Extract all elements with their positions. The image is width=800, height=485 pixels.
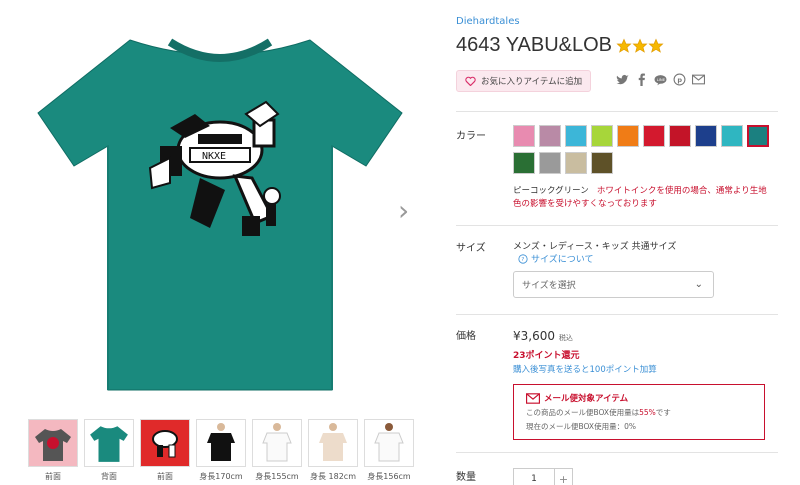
brand-link[interactable]: Diehardtales: [456, 16, 520, 27]
thumbnail-5[interactable]: 身長 182cm: [308, 419, 358, 482]
thumbnail-image: [140, 419, 190, 467]
share-icons: LINE p: [616, 73, 705, 86]
thumbnail-strip: 前面 背面 前面 身長170cm 身長155cm 身長 182cm 身長156c…: [28, 419, 414, 482]
divider: [456, 225, 778, 226]
color-swatch[interactable]: [565, 125, 587, 147]
color-swatch[interactable]: [643, 125, 665, 147]
product-main-image: NKXE: [20, 18, 420, 403]
color-swatch[interactable]: [591, 125, 613, 147]
size-select-placeholder: サイズを選択: [522, 281, 576, 291]
tax-note: 税込: [558, 334, 573, 342]
thumbnail-image: [196, 419, 246, 467]
thumbnail-image: [84, 419, 134, 467]
svg-text:LINE: LINE: [657, 77, 666, 82]
next-image-arrow[interactable]: ›: [398, 196, 414, 226]
thumbnail-caption: 背面: [101, 472, 117, 481]
color-swatch[interactable]: [695, 125, 717, 147]
price-value: ¥3,600: [513, 329, 555, 343]
size-guide-label: サイズについて: [531, 255, 594, 265]
favorites-label: お気に入りアイテムに追加: [481, 77, 583, 87]
color-swatch[interactable]: [617, 125, 639, 147]
add-to-favorites-button[interactable]: お気に入りアイテムに追加: [456, 70, 592, 92]
mail-usage-suffix: です: [655, 408, 671, 417]
photo-points-link[interactable]: 購入後写真を送ると100ポイント加算: [513, 363, 657, 375]
quantity-plus-button[interactable]: +: [554, 469, 572, 485]
color-swatch[interactable]: [565, 152, 587, 174]
rating-stars: [616, 37, 664, 54]
svg-text:?: ?: [521, 257, 524, 263]
selected-color-name: ピーコックグリーン: [513, 186, 589, 196]
tshirt-image: NKXE: [37, 38, 403, 391]
thumbnail-6[interactable]: 身長156cm: [364, 419, 414, 482]
thumbnail-3[interactable]: 身長170cm: [196, 419, 246, 482]
mail-box-title-row: メール便対象アイテム: [526, 392, 752, 404]
mail-usage-prefix: この商品のメール便BOX使用量は: [526, 408, 640, 417]
quantity-label: 数量: [456, 472, 476, 483]
color-swatch[interactable]: [591, 152, 613, 174]
thumbnail-caption: 身長 182cm: [309, 472, 356, 481]
divider: [456, 314, 778, 315]
svg-text:NKXE: NKXE: [202, 151, 226, 162]
thumbnail-image: [308, 419, 358, 467]
mail-usage-pct: 55%: [639, 408, 656, 417]
color-label: カラー: [456, 131, 486, 142]
thumbnail-4[interactable]: 身長155cm: [252, 419, 302, 482]
star-icon: [648, 37, 664, 53]
divider: [456, 452, 778, 453]
heart-icon: [465, 76, 476, 86]
color-swatch[interactable]: [721, 125, 743, 147]
size-select[interactable]: サイズを選択 ⌄: [513, 271, 714, 298]
star-icon: [632, 37, 648, 53]
thumbnail-caption: 前面: [45, 472, 61, 481]
mail-icon[interactable]: [692, 73, 705, 86]
quantity-stepper[interactable]: 1 +: [513, 468, 573, 485]
thumbnail-caption: 身長155cm: [255, 472, 299, 481]
size-description: メンズ・レディース・キッズ 共通サイズ: [513, 242, 677, 252]
size-label: サイズ: [456, 243, 486, 254]
price-label: 価格: [456, 331, 476, 342]
color-swatch[interactable]: [669, 125, 691, 147]
facebook-icon[interactable]: [635, 73, 648, 86]
color-swatch[interactable]: [539, 152, 561, 174]
thumbnail-1[interactable]: 背面: [84, 419, 134, 482]
color-swatch[interactable]: [539, 125, 561, 147]
mail-box-current: 現在のメール便BOX使用量：0%: [526, 422, 636, 431]
star-icon: [616, 37, 632, 53]
product-title-row: 4643 YABU&LOB: [456, 34, 664, 57]
thumbnail-caption: 身長156cm: [367, 472, 411, 481]
question-icon: ?: [518, 253, 528, 264]
divider: [456, 111, 778, 112]
product-details: Diehardtales 4643 YABU&LOB お気に入りアイテムに追加 …: [456, 0, 778, 485]
thumbnail-caption: 前面: [157, 472, 173, 481]
thumbnail-caption: 身長170cm: [199, 472, 243, 481]
pinterest-icon[interactable]: p: [673, 73, 686, 86]
thumbnail-image: [28, 419, 78, 467]
mail-box-title: メール便対象アイテム: [544, 394, 629, 404]
thumbnail-image: [252, 419, 302, 467]
mail-delivery-box: メール便対象アイテム この商品のメール便BOX使用量は55%です 現在のメール便…: [513, 384, 765, 440]
color-swatches: [513, 125, 778, 174]
points-reward: 23ポイント還元: [513, 351, 580, 361]
color-swatch[interactable]: [747, 125, 769, 147]
size-guide-link[interactable]: ? サイズについて: [518, 252, 593, 265]
mail-box-usage: この商品のメール便BOX使用量は55%です: [526, 407, 752, 418]
color-swatch[interactable]: [513, 152, 535, 174]
price-row: ¥3,600 税込: [513, 329, 573, 343]
thumbnail-0[interactable]: 前面: [28, 419, 78, 482]
envelope-icon: [526, 392, 540, 404]
quantity-value[interactable]: 1: [514, 469, 554, 485]
color-swatch[interactable]: [513, 125, 535, 147]
color-description: ピーコックグリーン ホワイトインクを使用の場合、通常より生地色の影響を受けやすく…: [513, 185, 773, 211]
chevron-down-icon: ⌄: [694, 279, 703, 290]
svg-text:p: p: [677, 76, 682, 84]
line-icon[interactable]: LINE: [654, 73, 667, 86]
product-title: 4643 YABU&LOB: [456, 34, 613, 56]
thumbnail-image: [364, 419, 414, 467]
thumbnail-2[interactable]: 前面: [140, 419, 190, 482]
twitter-icon[interactable]: [616, 73, 629, 86]
